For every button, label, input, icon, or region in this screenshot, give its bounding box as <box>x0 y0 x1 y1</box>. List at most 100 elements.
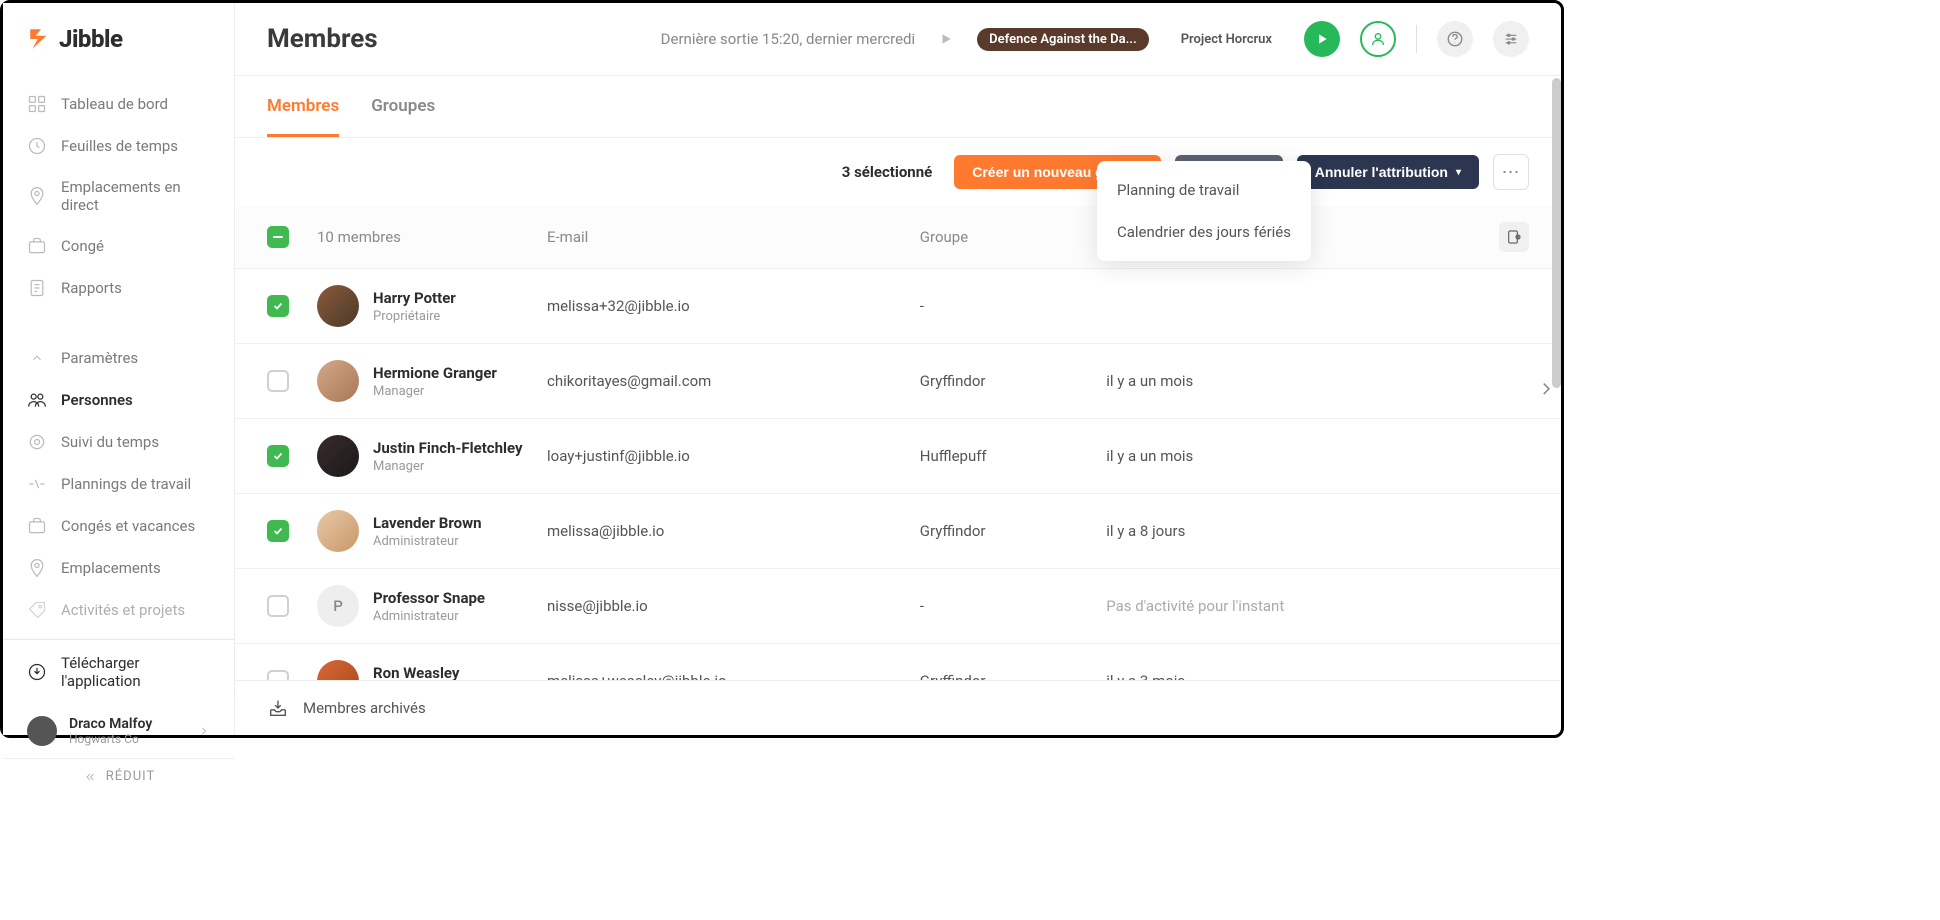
main-content: Membres Dernière sortie 15:20, dernier m… <box>235 3 1561 735</box>
tag-icon <box>27 600 47 620</box>
member-activity: il y a un mois <box>1106 372 1479 390</box>
sidebar-item-label: Congés et vacances <box>61 517 195 535</box>
logo[interactable]: Jibble <box>3 3 234 75</box>
sidebar-profile[interactable]: Draco Malfoy Hogwarts Co <box>3 704 234 758</box>
member-email: melissa+32@jibble.io <box>547 297 920 315</box>
jibble-logo-icon <box>27 26 53 52</box>
sidebar-item-timesheets[interactable]: Feuilles de temps <box>3 125 234 167</box>
row-checkbox[interactable] <box>267 445 289 467</box>
table-row[interactable]: P Professor Snape Administrateur nisse@j… <box>235 569 1561 644</box>
logo-text: Jibble <box>59 25 122 53</box>
page-title: Membres <box>267 24 641 54</box>
col-members-count: 10 membres <box>317 228 547 246</box>
briefcase-icon <box>27 236 47 256</box>
member-name: Justin Finch-Fletchley <box>373 439 523 457</box>
row-checkbox[interactable] <box>267 520 289 542</box>
sidebar-item-reports[interactable]: Rapports <box>3 267 234 309</box>
sidebar-item-label: Tableau de bord <box>61 95 168 113</box>
member-role: Administrateur <box>373 609 485 624</box>
member-group: Gryffindor <box>920 672 1106 680</box>
sidebar-item-leave[interactable]: Congé <box>3 225 234 267</box>
sidebar-item-activities[interactable]: Activités et projets <box>3 589 234 631</box>
header: Membres Dernière sortie 15:20, dernier m… <box>235 3 1561 76</box>
sidebar-bottom: Télécharger l'application Draco Malfoy H… <box>3 639 234 794</box>
archive-icon <box>267 697 289 719</box>
sidebar-item-people[interactable]: Personnes <box>3 379 234 421</box>
table-row[interactable]: Harry Potter Propriétaire melissa+32@jib… <box>235 269 1561 344</box>
sidebar-item-leave-vacations[interactable]: Congés et vacances <box>3 505 234 547</box>
nav-main: Tableau de bord Feuilles de temps Emplac… <box>3 75 234 317</box>
sidebar-item-settings[interactable]: Paramètres <box>3 337 234 379</box>
project-chip-1[interactable]: Defence Against the Da... <box>977 28 1149 51</box>
avatar <box>27 716 57 746</box>
tabs: Membres Groupes <box>235 76 1561 138</box>
schedule-icon <box>27 474 47 494</box>
sidebar-item-label: Paramètres <box>61 349 138 367</box>
unassign-button[interactable]: Annuler l'attribution ▾ <box>1297 155 1479 189</box>
help-button[interactable] <box>1437 21 1473 57</box>
add-member-button[interactable] <box>1499 222 1529 252</box>
member-name: Hermione Granger <box>373 364 497 382</box>
project-chip-2[interactable]: Project Horcrux <box>1169 28 1284 51</box>
sidebar-item-dashboard[interactable]: Tableau de bord <box>3 83 234 125</box>
tab-members[interactable]: Membres <box>267 76 339 137</box>
user-outline-button[interactable] <box>1360 21 1396 57</box>
sidebar-collapse[interactable]: RÉDUIT <box>3 758 234 794</box>
row-checkbox[interactable] <box>267 370 289 392</box>
avatar <box>317 360 359 402</box>
collapse-label: RÉDUIT <box>106 769 155 784</box>
sidebar-item-work-schedules[interactable]: Plannings de travail <box>3 463 234 505</box>
table-row[interactable]: Ron Weasley Administrateur melissa+weasl… <box>235 644 1561 680</box>
table-row[interactable]: Justin Finch-Fletchley Manager loay+just… <box>235 419 1561 494</box>
avatar <box>317 435 359 477</box>
member-name: Ron Weasley <box>373 664 459 681</box>
member-name: Harry Potter <box>373 289 456 307</box>
member-name: Professor Snape <box>373 589 485 607</box>
sidebar-item-label: Emplacements en direct <box>61 178 210 214</box>
row-checkbox[interactable] <box>267 670 289 680</box>
sidebar: Jibble Tableau de bord Feuilles de temps… <box>3 3 235 735</box>
select-all-checkbox[interactable] <box>267 226 289 248</box>
avatar <box>317 285 359 327</box>
chevron-right-icon <box>198 725 210 737</box>
sidebar-item-download[interactable]: Télécharger l'application <box>3 640 234 704</box>
clock-icon <box>27 136 47 156</box>
sidebar-item-label: Emplacements <box>61 559 161 577</box>
chevron-right-icon[interactable] <box>1537 380 1555 398</box>
member-email: melissa+weasley@jibble.io <box>547 672 920 680</box>
sidebar-item-live-locations[interactable]: Emplacements en direct <box>3 167 234 225</box>
dashboard-icon <box>27 94 47 114</box>
sidebar-item-locations[interactable]: Emplacements <box>3 547 234 589</box>
member-name: Lavender Brown <box>373 514 482 532</box>
row-checkbox[interactable] <box>267 295 289 317</box>
scrollbar-thumb[interactable] <box>1552 78 1561 388</box>
col-group-header: Groupe <box>920 228 1106 246</box>
avatar: P <box>317 585 359 627</box>
dropdown-item-holiday-calendar[interactable]: Calendrier des jours fériés <box>1097 211 1311 253</box>
collapse-icon <box>82 771 98 783</box>
people-icon <box>27 390 47 410</box>
row-checkbox[interactable] <box>267 595 289 617</box>
member-role: Manager <box>373 384 497 399</box>
table-row[interactable]: Lavender Brown Administrateur melissa@ji… <box>235 494 1561 569</box>
profile-name: Draco Malfoy <box>69 716 186 732</box>
table-row[interactable]: Hermione Granger Manager chikoritayes@gm… <box>235 344 1561 419</box>
download-icon <box>27 662 47 682</box>
more-button[interactable]: ⋯ <box>1493 154 1529 190</box>
member-email: nisse@jibble.io <box>547 597 920 615</box>
archived-members[interactable]: Membres archivés <box>235 680 1561 735</box>
assign-dropdown: Planning de travail Calendrier des jours… <box>1097 161 1311 261</box>
play-small-icon[interactable] <box>935 28 957 50</box>
settings-button[interactable] <box>1493 21 1529 57</box>
timer-play-button[interactable] <box>1304 21 1340 57</box>
member-email: loay+justinf@jibble.io <box>547 447 920 465</box>
dropdown-item-work-schedule[interactable]: Planning de travail <box>1097 169 1311 211</box>
sidebar-item-label: Congé <box>61 237 104 255</box>
selected-count: 3 sélectionné <box>842 163 932 181</box>
member-activity: Pas d'activité pour l'instant <box>1106 597 1479 615</box>
table-header: 10 membres E-mail Groupe <box>235 206 1561 269</box>
sidebar-item-time-tracking[interactable]: Suivi du temps <box>3 421 234 463</box>
tab-groups[interactable]: Groupes <box>371 76 435 137</box>
member-group: Hufflepuff <box>920 447 1106 465</box>
avatar <box>317 660 359 680</box>
